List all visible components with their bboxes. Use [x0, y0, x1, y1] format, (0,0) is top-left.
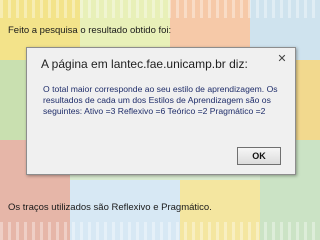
close-icon[interactable]: ✕ — [276, 53, 288, 65]
caption-bottom: Os traços utilizados são Reflexivo e Pra… — [8, 202, 212, 213]
ok-button[interactable]: OK — [237, 147, 281, 165]
dialog-title: A página em lantec.fae.unicamp.br diz: — [41, 57, 248, 71]
background-stripe — [0, 222, 320, 240]
background-stripe — [0, 0, 320, 18]
dialog-message: O total maior corresponde ao seu estilo … — [43, 84, 278, 116]
alert-dialog: A página em lantec.fae.unicamp.br diz: ✕… — [26, 47, 296, 175]
caption-top: Feito a pesquisa o resultado obtido foi: — [8, 25, 172, 36]
